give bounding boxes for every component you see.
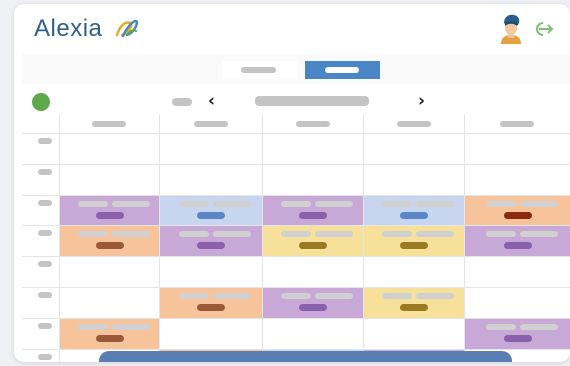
placeholder-bar: [172, 98, 192, 106]
event-tag: [400, 211, 428, 219]
event-title-placeholder: [485, 231, 516, 238]
day-header-placeholder: [500, 121, 534, 127]
calendar-event[interactable]: [465, 318, 570, 349]
time-slot-placeholder: [38, 261, 52, 268]
view-option-active[interactable]: [305, 61, 380, 79]
calendar-event[interactable]: [263, 288, 363, 318]
placeholder-bar: [325, 67, 359, 73]
event-title-placeholder: [111, 231, 150, 238]
event-tag: [400, 304, 428, 311]
event-tag: [503, 334, 532, 342]
event-title-placeholder: [519, 200, 558, 207]
placeholder-bar: [241, 67, 276, 73]
user-avatar-icon[interactable]: [498, 14, 524, 44]
time-slot-placeholder: [38, 138, 52, 144]
time-slot-placeholder: [38, 230, 52, 237]
event-title-placeholder: [77, 231, 108, 238]
event-title-placeholder: [519, 323, 558, 330]
app-header: Alexia: [14, 4, 570, 50]
calendar-event[interactable]: [364, 226, 464, 257]
event-title-placeholder: [213, 231, 251, 238]
event-title-placeholder: [416, 200, 454, 207]
time-slot-placeholder: [38, 199, 52, 206]
event-title-placeholder: [281, 200, 311, 207]
time-slot-placeholder: [38, 353, 52, 360]
calendar-grid: [22, 114, 570, 362]
calendar-event[interactable]: [263, 226, 363, 257]
grid-row-divider: [22, 133, 570, 134]
brand-name: Alexia: [34, 15, 103, 42]
event-tag: [503, 211, 532, 219]
event-tag: [197, 211, 225, 219]
calendar-event[interactable]: [160, 195, 262, 226]
calendar-event[interactable]: [263, 195, 363, 226]
event-title-placeholder: [111, 200, 150, 207]
chevron-left-icon[interactable]: ‹: [208, 91, 215, 111]
calendar-event[interactable]: [160, 226, 262, 257]
event-tag: [299, 304, 327, 311]
event-title-placeholder: [416, 231, 454, 238]
time-slot-placeholder: [38, 322, 52, 329]
calendar-event[interactable]: [60, 318, 159, 349]
calendar-event[interactable]: [465, 226, 570, 257]
view-toolbar: [22, 54, 570, 84]
calendar-event[interactable]: [465, 195, 570, 226]
event-title-placeholder: [213, 200, 251, 207]
day-header-placeholder: [396, 121, 431, 127]
bottom-panel[interactable]: [99, 351, 512, 362]
event-title-placeholder: [382, 293, 412, 299]
event-title-placeholder: [77, 323, 108, 330]
event-title-placeholder: [179, 293, 209, 299]
event-title-placeholder: [315, 200, 353, 207]
event-tag: [197, 242, 225, 250]
event-title-placeholder: [179, 200, 209, 207]
event-tag: [95, 211, 124, 219]
event-title-placeholder: [382, 200, 412, 207]
event-title-placeholder: [485, 200, 516, 207]
event-tag: [197, 304, 225, 311]
time-slot-placeholder: [38, 292, 52, 298]
day-header-placeholder: [295, 121, 330, 127]
day-header-placeholder: [193, 121, 228, 127]
event-title-placeholder: [281, 293, 311, 299]
event-tag: [400, 242, 428, 250]
grid-row-divider: [22, 163, 570, 165]
calendar-event[interactable]: [160, 288, 262, 318]
event-title-placeholder: [179, 231, 209, 238]
calendar-event[interactable]: [364, 195, 464, 226]
chevron-right-icon[interactable]: ›: [418, 91, 425, 111]
event-title-placeholder: [213, 293, 251, 299]
event-tag: [95, 242, 124, 250]
event-tag: [299, 242, 327, 250]
event-title-placeholder: [485, 323, 516, 330]
event-tag: [95, 334, 124, 342]
event-tag: [299, 211, 327, 219]
event-title-placeholder: [382, 231, 412, 238]
event-title-placeholder: [315, 231, 353, 238]
event-title-placeholder: [519, 231, 558, 238]
view-toggle: [222, 61, 380, 79]
day-header-placeholder: [92, 121, 126, 127]
calendar-event[interactable]: [364, 288, 464, 318]
alexia-logo-icon: [115, 19, 139, 38]
event-title-placeholder: [111, 323, 150, 330]
date-navigation: ‹ ›: [22, 90, 570, 114]
event-title-placeholder: [77, 200, 108, 207]
scheduler-window: Alexia ‹ ›: [14, 4, 570, 362]
event-title-placeholder: [315, 293, 353, 299]
calendar-event[interactable]: [60, 195, 159, 226]
grid-row-divider: [22, 256, 570, 258]
event-tag: [503, 242, 532, 250]
view-option-inactive[interactable]: [222, 61, 297, 79]
time-slot-placeholder: [38, 168, 52, 175]
status-indicator: [32, 93, 50, 111]
date-range-placeholder: [255, 96, 369, 106]
logout-icon[interactable]: [532, 20, 554, 38]
event-title-placeholder: [281, 231, 311, 238]
event-title-placeholder: [416, 293, 454, 299]
calendar-event[interactable]: [60, 226, 159, 257]
